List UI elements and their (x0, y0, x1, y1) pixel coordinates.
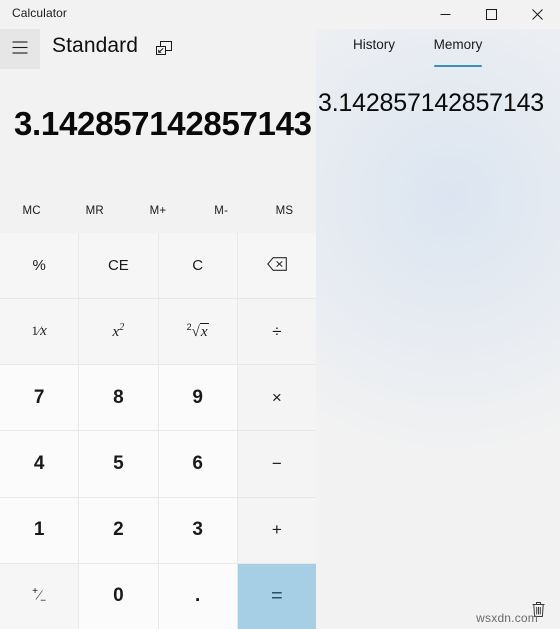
memory-button-label: MC (22, 205, 41, 217)
key-label: C (192, 257, 204, 275)
key-clear-entry[interactable]: CE (79, 233, 158, 299)
memory-button-label: M+ (149, 205, 167, 217)
negate-glyph: +⁄− (32, 586, 47, 607)
key-one[interactable]: 1 (0, 497, 79, 563)
key-divide[interactable]: ÷ (237, 299, 316, 365)
window-caption-buttons (422, 0, 560, 29)
calculator-keypad: % CE C 1⁄x x2 2√x ÷ 7 8 9 × 4 5 6 − 1 2 3 + +⁄− 0. = (0, 233, 316, 629)
minimize-icon (440, 9, 451, 20)
key-multiply[interactable]: × (237, 365, 316, 431)
display-value: 3.142857142857143 (14, 105, 312, 142)
side-panel-tabs: History Memory (316, 33, 560, 73)
tab-memory-underline (434, 65, 482, 67)
key-zero[interactable]: 0 (79, 563, 158, 629)
key-label: 6 (192, 453, 203, 475)
close-button[interactable] (514, 0, 560, 29)
memory-button-memory-store[interactable]: MS (253, 196, 316, 226)
memory-button-memory-recall[interactable]: MR (63, 196, 126, 226)
key-square-root[interactable]: 2√x (158, 299, 237, 365)
key-negate[interactable]: +⁄− (0, 563, 79, 629)
tab-history-underline (350, 65, 398, 67)
app-title: Calculator (12, 6, 68, 20)
key-subtract[interactable]: − (237, 431, 316, 497)
key-four[interactable]: 4 (0, 431, 79, 497)
key-percent[interactable]: % (0, 233, 79, 299)
calculator-window: Calculator Standard 3.142857142857143 MC… (0, 0, 560, 629)
key-equals[interactable]: = (237, 563, 316, 629)
reciprocal-glyph: 1⁄x (31, 323, 47, 340)
key-label: 8 (113, 386, 124, 408)
key-decimal-point[interactable]: . (158, 563, 237, 629)
key-square[interactable]: x2 (79, 299, 158, 365)
key-seven[interactable]: 7 (0, 365, 79, 431)
memory-clear-all-button[interactable] (524, 597, 552, 625)
calculator-header: Standard (0, 29, 320, 77)
square-glyph: x2 (112, 322, 125, 341)
key-two[interactable]: 2 (79, 497, 158, 563)
memory-button-row: MC MR M+ M- MS (0, 196, 316, 226)
memory-button-label: MR (85, 205, 104, 217)
key-label: 1 (33, 519, 45, 541)
keep-on-top-button[interactable] (150, 37, 178, 63)
key-backspace[interactable] (237, 233, 316, 299)
memory-list-item[interactable]: 3.142857142857143 (316, 83, 560, 139)
equals-label: = (271, 584, 283, 607)
tab-history-label: History (352, 37, 395, 52)
calculator-mode-title: Standard (52, 34, 139, 57)
memory-button-memory-clear[interactable]: MC (0, 196, 63, 226)
key-label: 4 (33, 453, 45, 475)
maximize-button[interactable] (468, 0, 514, 29)
key-clear[interactable]: C (158, 233, 237, 299)
key-label: 9 (192, 386, 203, 408)
trash-icon (531, 601, 546, 621)
backspace-icon (266, 256, 287, 275)
tab-memory-label: Memory (433, 37, 483, 52)
title-bar: Calculator (0, 0, 560, 29)
maximize-icon (485, 9, 497, 20)
key-label: 0 (113, 585, 124, 607)
close-icon (531, 9, 543, 20)
side-panel: History Memory 3.142857142857143 (316, 29, 560, 629)
keep-on-top-icon (156, 41, 172, 59)
key-label: 2 (113, 519, 124, 541)
memory-item-value: 3.142857142857143 (317, 89, 544, 117)
memory-button-memory-subtract[interactable]: M- (190, 196, 253, 226)
key-label: 3 (192, 519, 203, 541)
key-label: . (194, 585, 201, 607)
key-label: × (271, 387, 282, 407)
tab-history[interactable]: History (332, 33, 416, 69)
square-root-glyph: 2√x (186, 322, 209, 341)
key-reciprocal[interactable]: 1⁄x (0, 299, 79, 365)
calculator-display[interactable]: 3.142857142857143 (0, 85, 316, 143)
key-label: ÷ (272, 321, 282, 341)
key-label: − (271, 454, 282, 474)
key-label: 7 (33, 386, 45, 408)
memory-list: 3.142857142857143 (316, 83, 560, 139)
minimize-button[interactable] (422, 0, 468, 29)
key-five[interactable]: 5 (79, 431, 158, 497)
key-label: % (32, 257, 46, 275)
hamburger-menu-icon (12, 41, 28, 57)
memory-button-memory-add[interactable]: M+ (126, 196, 189, 226)
key-label: CE (107, 257, 129, 275)
key-label: + (271, 520, 282, 540)
key-label: 5 (113, 453, 124, 475)
memory-button-label: M- (214, 205, 229, 217)
key-three[interactable]: 3 (158, 497, 237, 563)
key-add[interactable]: + (237, 497, 316, 563)
tab-memory[interactable]: Memory (416, 33, 500, 69)
memory-button-label: MS (275, 205, 294, 217)
key-nine[interactable]: 9 (158, 365, 237, 431)
key-eight[interactable]: 8 (79, 365, 158, 431)
hamburger-menu-button[interactable] (0, 29, 40, 69)
key-six[interactable]: 6 (158, 431, 237, 497)
